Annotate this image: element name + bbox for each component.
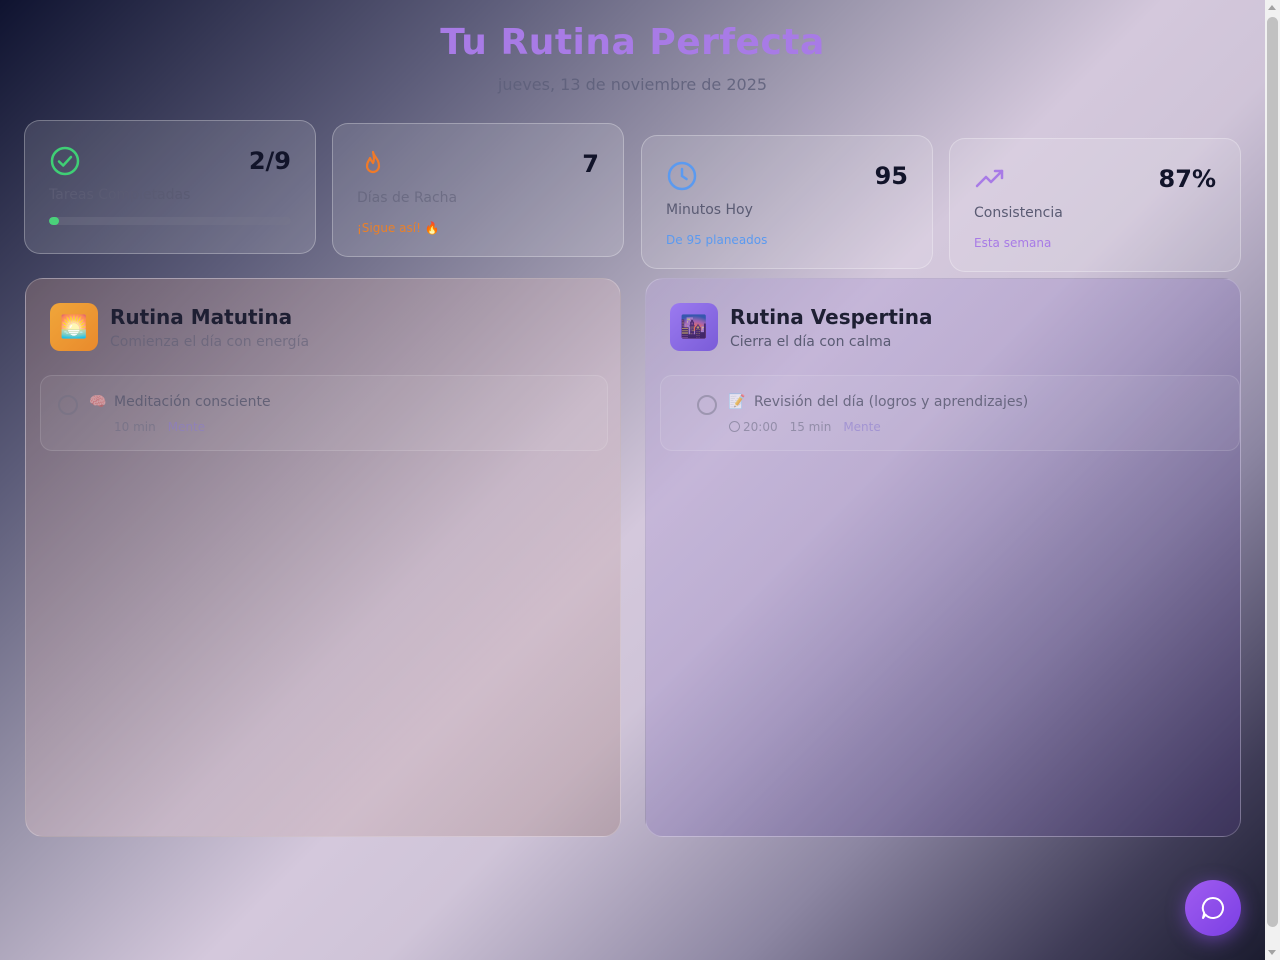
task-meta: 20:00 15 min Mente [729,420,881,434]
task-category: Mente [843,420,881,434]
scroll-up-arrow[interactable] [1268,5,1276,10]
page-scrollbar[interactable] [1265,0,1280,960]
tasks-progress-fill [49,217,59,225]
morning-routine-panel: 🌅 Rutina Matutina Comienza el día con en… [25,278,621,837]
task-duration: 15 min [789,420,832,434]
memo-icon: 📝 [728,394,746,410]
check-circle-icon [50,146,80,176]
task-time: 20:00 [729,420,778,434]
task-item[interactable]: 📝 Revisión del día (logros y aprendizaje… [660,375,1240,451]
task-meta: 10 min Mente [114,420,205,434]
stat-card-tasks: 2/9 Tareas Completadas [24,120,316,254]
trending-up-icon [975,169,1004,188]
evening-routine-title: Rutina Vespertina [730,305,933,329]
stat-value-tasks: 2/9 [248,147,291,175]
chat-bubble-icon [1201,896,1224,919]
stat-card-streak: 7 Días de Racha ¡Sigue así! 🔥 [332,123,624,257]
stat-note-minutes: De 95 planeados [666,233,768,247]
task-time-value: 20:00 [743,420,778,434]
chat-button[interactable] [1185,880,1241,936]
clock-icon [667,161,697,191]
stat-note-streak: ¡Sigue así! 🔥 [357,221,440,235]
stat-card-consistency: 87% Consistencia Esta semana [949,138,1241,272]
task-checkbox[interactable] [58,395,78,415]
task-name: Revisión del día (logros y aprendizajes) [754,394,1029,410]
page-header: Tu Rutina Perfecta jueves, 13 de noviemb… [0,22,1265,94]
page-date: jueves, 13 de noviembre de 2025 [497,75,768,94]
task-duration: 10 min [114,420,156,434]
stat-label-minutes: Minutos Hoy [666,202,753,218]
task-checkbox[interactable] [697,395,717,415]
stat-label-consistency: Consistencia [974,205,1063,221]
task-category: Mente [167,420,206,434]
scroll-down-arrow[interactable] [1268,950,1276,955]
evening-routine-subtitle: Cierra el día con calma [730,334,892,350]
task-item[interactable]: 🧠 Meditación consciente 10 min Mente [40,375,608,451]
stat-value-consistency: 87% [1158,165,1216,193]
sunrise-icon: 🌅 [50,303,98,351]
evening-routine-panel: 🌆 Rutina Vespertina Cierra el día con ca… [645,278,1241,837]
task-name: Meditación consciente [114,394,271,410]
clock-icon [729,421,740,432]
tasks-progress-bar [49,217,291,225]
stat-note-consistency: Esta semana [974,236,1052,250]
stat-label-tasks: Tareas Completadas [49,187,191,203]
stat-card-minutes: 95 Minutos Hoy De 95 planeados [641,135,933,269]
scroll-thumb[interactable] [1267,17,1278,927]
morning-routine-title: Rutina Matutina [110,305,293,329]
page-title: Tu Rutina Perfecta [440,22,825,63]
morning-routine-subtitle: Comienza el día con energía [110,334,310,350]
stat-value-minutes: 95 [874,162,908,190]
cityscape-icon: 🌆 [670,303,718,351]
stat-value-streak: 7 [582,150,599,178]
flame-icon [365,150,381,174]
stat-label-streak: Días de Racha [357,190,458,206]
brain-icon: 🧠 [89,394,107,410]
